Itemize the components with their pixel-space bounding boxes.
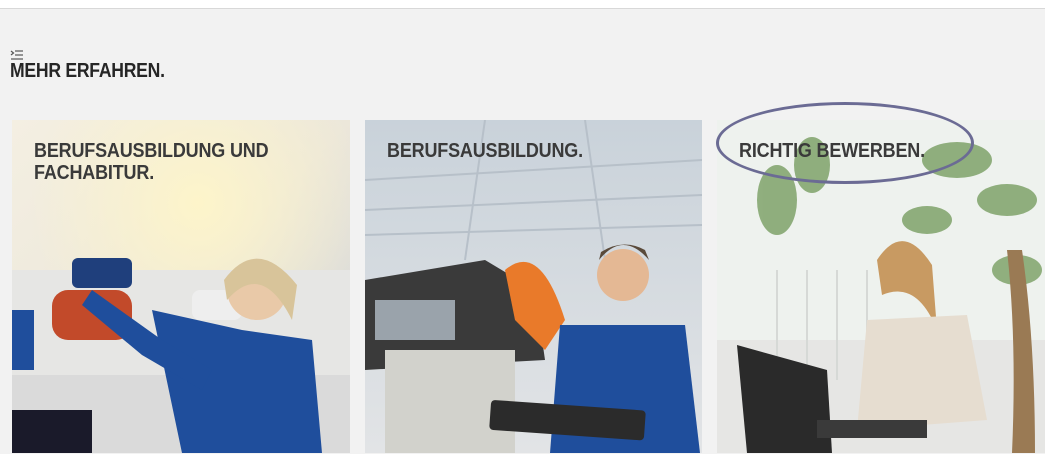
card-berufsausbildung-fachabitur[interactable]: BERUFSAUSBILDUNG UND FACHABITUR. — [12, 120, 350, 453]
card-image-mechanic-man — [365, 120, 702, 453]
card-title-line: BERUFSAUSBILDUNG UND — [34, 140, 269, 162]
card-title: RICHTIG BEWERBEN. — [739, 140, 925, 162]
card-image-woman-laptop — [717, 120, 1045, 453]
section-title: MEHR ERFAHREN. — [10, 60, 165, 82]
card-berufsausbildung[interactable]: BERUFSAUSBILDUNG. — [365, 120, 702, 453]
card-title-line: FACHABITUR. — [34, 162, 155, 184]
card-richtig-bewerben[interactable]: RICHTIG BEWERBEN. — [717, 120, 1045, 453]
card-title-line: BERUFSAUSBILDUNG. — [387, 140, 583, 162]
card-title: BERUFSAUSBILDUNG UND FACHABITUR. — [34, 140, 269, 184]
card-title-line: RICHTIG BEWERBEN. — [739, 140, 925, 162]
card-title: BERUFSAUSBILDUNG. — [387, 140, 583, 162]
